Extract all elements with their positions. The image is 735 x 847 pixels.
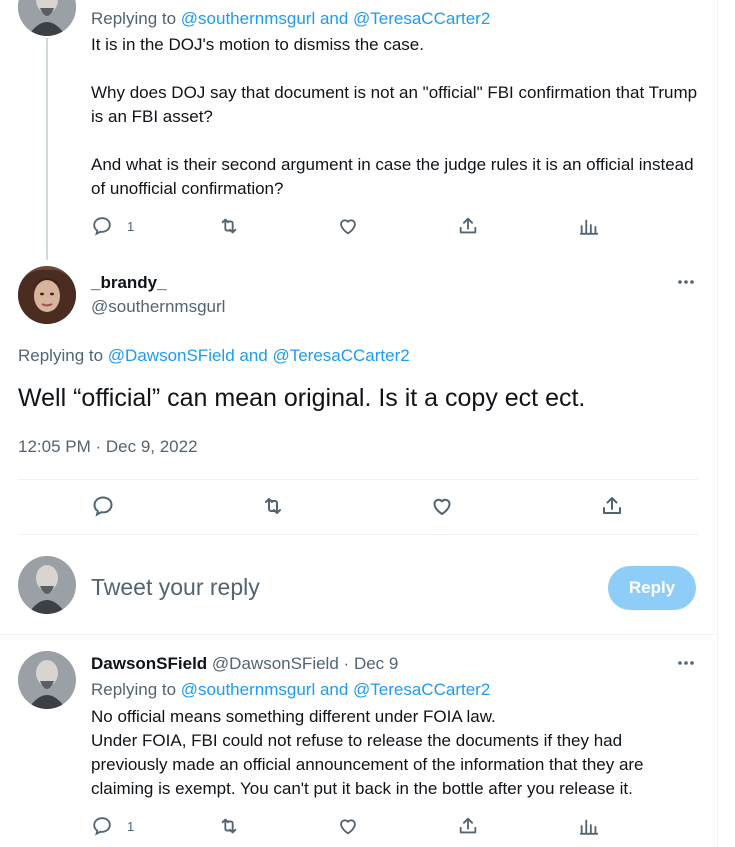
- retweet-icon: [221, 218, 237, 234]
- heart-icon: [340, 219, 356, 235]
- tweet-text: It is in the DOJ's motion to dismiss the…: [91, 33, 701, 201]
- reply-count: 1: [127, 818, 135, 834]
- replying-prefix: Replying to: [91, 9, 177, 28]
- tweet-paragraph: And what is their second argument in cas…: [91, 155, 694, 198]
- user-handle[interactable]: @southernmsgurl: [91, 296, 225, 318]
- replying-to: Replying to @DawsonSField and @TeresaCCa…: [18, 345, 410, 367]
- share-action[interactable]: [600, 494, 624, 518]
- retweet-icon: [221, 818, 237, 834]
- replying-users-link[interactable]: @southernmsgurl and @TeresaCCarter2: [181, 680, 490, 699]
- share-icon: [459, 817, 477, 834]
- main-tweet-text: Well “official” can mean original. Is it…: [18, 384, 586, 412]
- analytics-icon: [579, 819, 599, 835]
- reply-input[interactable]: Tweet your reply: [91, 572, 591, 602]
- replying-prefix: Replying to: [91, 680, 177, 699]
- more-dots-icon[interactable]: [674, 272, 698, 292]
- analytics-icon: [579, 219, 599, 235]
- avatar-current-user[interactable]: [18, 556, 76, 614]
- like-action[interactable]: [337, 815, 359, 837]
- reply-icon: [93, 817, 111, 836]
- share-action[interactable]: [457, 815, 479, 837]
- retweet-action[interactable]: [217, 215, 241, 237]
- display-name[interactable]: _brandy_: [91, 272, 167, 294]
- tweet-paragraph: It is in the DOJ's motion to dismiss the…: [91, 35, 424, 54]
- divider: [18, 534, 698, 535]
- replying-users-link[interactable]: @DawsonSField and @TeresaCCarter2: [108, 346, 410, 365]
- tweet-header: DawsonSField @DawsonSField · Dec 9: [91, 653, 398, 675]
- reply-icon: [93, 217, 111, 236]
- share-icon: [459, 217, 477, 234]
- display-name[interactable]: DawsonSField: [91, 654, 207, 673]
- separator: ·: [343, 654, 350, 673]
- like-action[interactable]: [430, 494, 454, 518]
- analytics-action[interactable]: [578, 815, 600, 837]
- reply-action[interactable]: 1: [91, 215, 134, 237]
- replying-to: Replying to @southernmsgurl and @TeresaC…: [91, 8, 490, 30]
- heart-icon: [340, 819, 356, 835]
- retweet-action[interactable]: [260, 494, 286, 518]
- share-icon: [603, 497, 621, 514]
- replying-prefix: Replying to: [18, 346, 104, 365]
- replying-to: Replying to @southernmsgurl and @TeresaC…: [91, 679, 490, 701]
- tweet-timestamp[interactable]: 12:05 PM · Dec 9, 2022: [18, 436, 198, 458]
- tweet-paragraph: Under FOIA, FBI could not refuse to rele…: [91, 731, 644, 798]
- analytics-action[interactable]: [578, 215, 600, 237]
- avatar-brandy[interactable]: [18, 266, 76, 324]
- retweet-action[interactable]: [217, 815, 241, 837]
- retweet-icon: [265, 498, 281, 514]
- more-dots-icon[interactable]: [674, 653, 698, 673]
- divider: [0, 634, 718, 635]
- reply-count: 1: [127, 218, 135, 234]
- like-action[interactable]: [337, 215, 359, 237]
- tweet-text: No official means something different un…: [91, 705, 703, 801]
- share-action[interactable]: [457, 215, 479, 237]
- timeline-column: Replying to @southernmsgurl and @TeresaC…: [0, 0, 718, 847]
- user-handle[interactable]: @DawsonSField: [212, 654, 339, 673]
- tweet-paragraph: Why does DOJ say that document is not an…: [91, 83, 698, 126]
- reply-icon: [93, 496, 113, 517]
- reply-action[interactable]: [91, 494, 115, 518]
- replying-users-link[interactable]: @southernmsgurl and @TeresaCCarter2: [181, 9, 490, 28]
- avatar-dawsonsfield[interactable]: [18, 651, 76, 709]
- reply-action[interactable]: 1: [91, 815, 134, 837]
- heart-icon: [433, 498, 451, 515]
- reply-button[interactable]: Reply: [608, 566, 696, 610]
- divider: [18, 479, 698, 480]
- tweet-date[interactable]: Dec 9: [354, 654, 398, 673]
- tweet-paragraph: No official means something different un…: [91, 707, 496, 726]
- thread-line: [46, 38, 48, 260]
- avatar-dawsonsfield[interactable]: [18, 0, 76, 36]
